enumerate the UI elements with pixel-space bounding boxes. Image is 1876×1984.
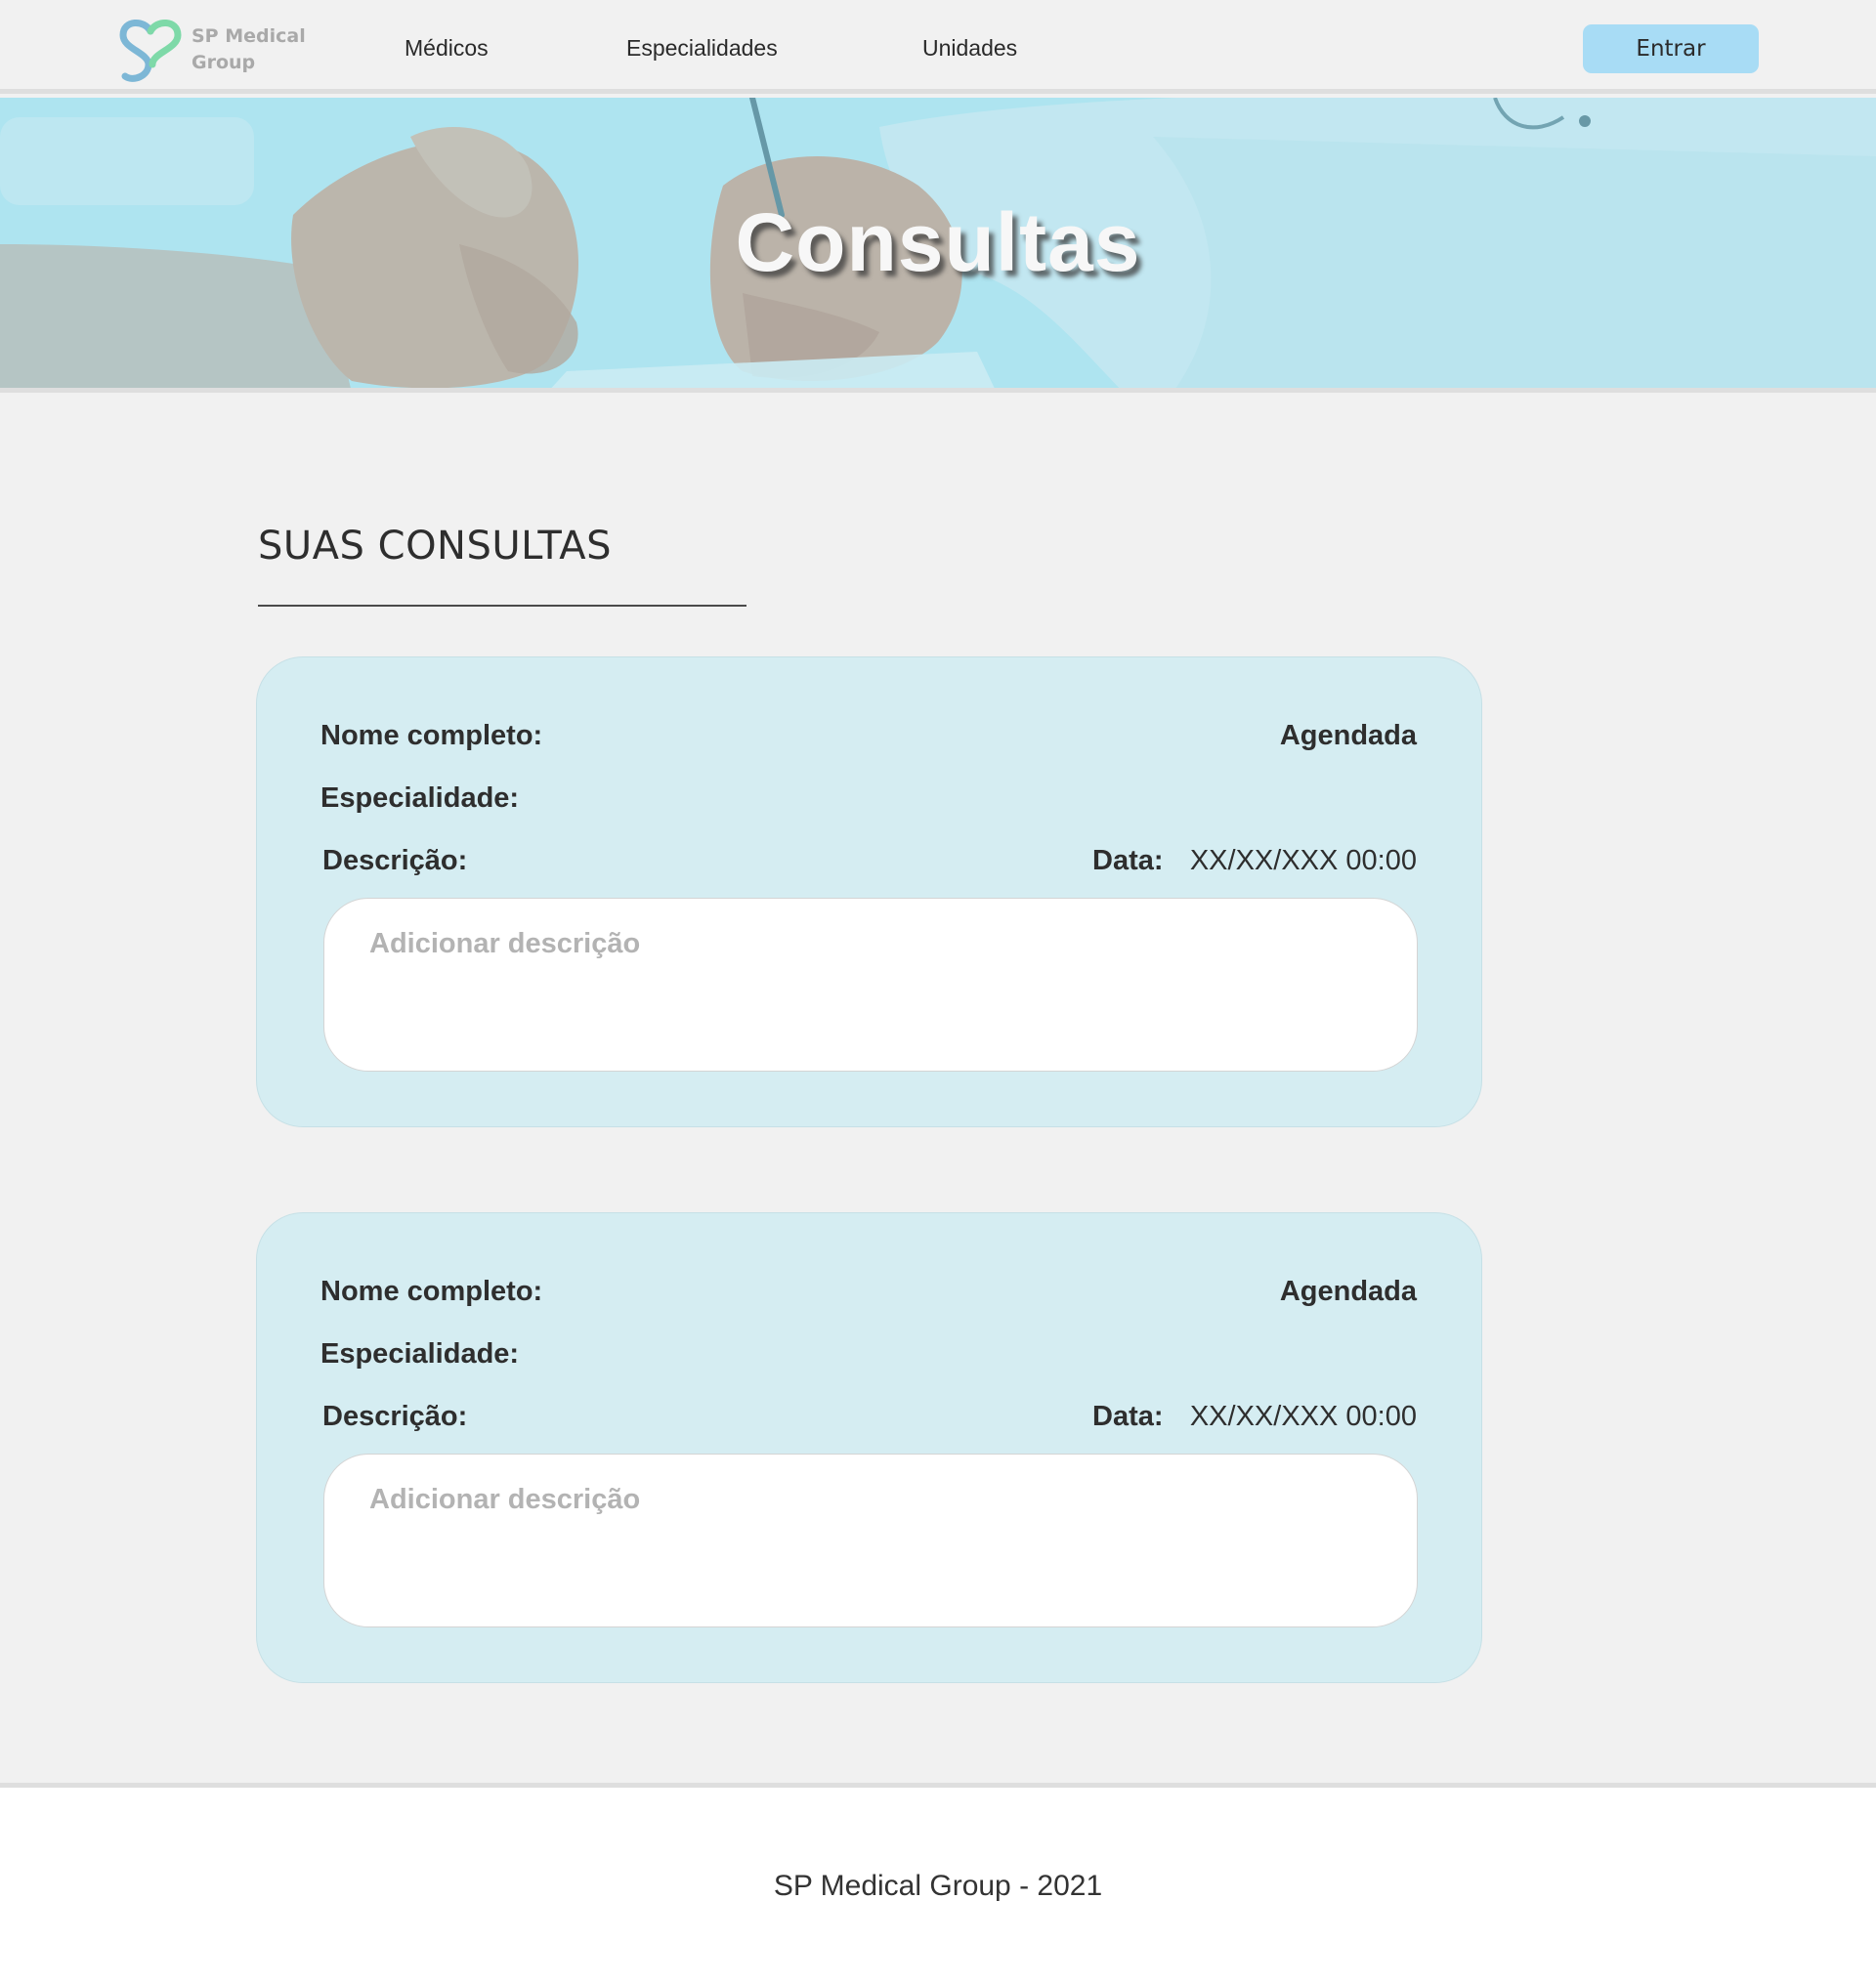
description-input[interactable] — [323, 1454, 1418, 1627]
date-value: XX/XX/XXX 00:00 — [1189, 1401, 1417, 1432]
logo-line-1: SP Medical — [192, 25, 306, 47]
hero-banner: Consultas — [0, 98, 1876, 393]
logo-text: SP Medical Group — [192, 23, 306, 76]
logo-line-2: Group — [192, 52, 256, 73]
site-footer: SP Medical Group - 2021 — [0, 1783, 1876, 1984]
specialty-label: Especialidade: — [320, 782, 520, 814]
page-title: Consultas — [735, 196, 1141, 288]
description-input[interactable] — [323, 898, 1418, 1072]
nav-item-medicos[interactable]: Médicos — [405, 35, 489, 62]
status-badge: Agendada — [1279, 1276, 1417, 1307]
logo[interactable]: SP Medical Group — [115, 14, 306, 86]
description-label: Descrição: — [322, 845, 468, 876]
date-value: XX/XX/XXX 00:00 — [1189, 845, 1417, 876]
appointment-card: Nome completo: Agendada Especialidade: D… — [256, 1212, 1482, 1683]
nav-item-especialidades[interactable]: Especialidades — [626, 35, 778, 62]
nav-item-unidades[interactable]: Unidades — [922, 35, 1017, 62]
specialty-label: Especialidade: — [320, 1338, 520, 1370]
full-name-label: Nome completo: — [320, 1276, 543, 1307]
full-name-label: Nome completo: — [320, 720, 543, 751]
site-header: SP Medical Group Médicos Especialidades … — [0, 0, 1876, 94]
section-divider — [258, 605, 746, 607]
heart-s-logo-icon — [119, 20, 182, 82]
status-badge: Agendada — [1279, 720, 1417, 751]
appointment-card: Nome completo: Agendada Especialidade: D… — [256, 656, 1482, 1127]
login-button[interactable]: Entrar — [1583, 24, 1759, 73]
section-title: SUAS CONSULTAS — [258, 524, 612, 569]
date-label: Data: — [1092, 845, 1164, 876]
date-label: Data: — [1092, 1401, 1164, 1432]
description-label: Descrição: — [322, 1401, 468, 1432]
footer-copyright: SP Medical Group - 2021 — [773, 1870, 1103, 1902]
